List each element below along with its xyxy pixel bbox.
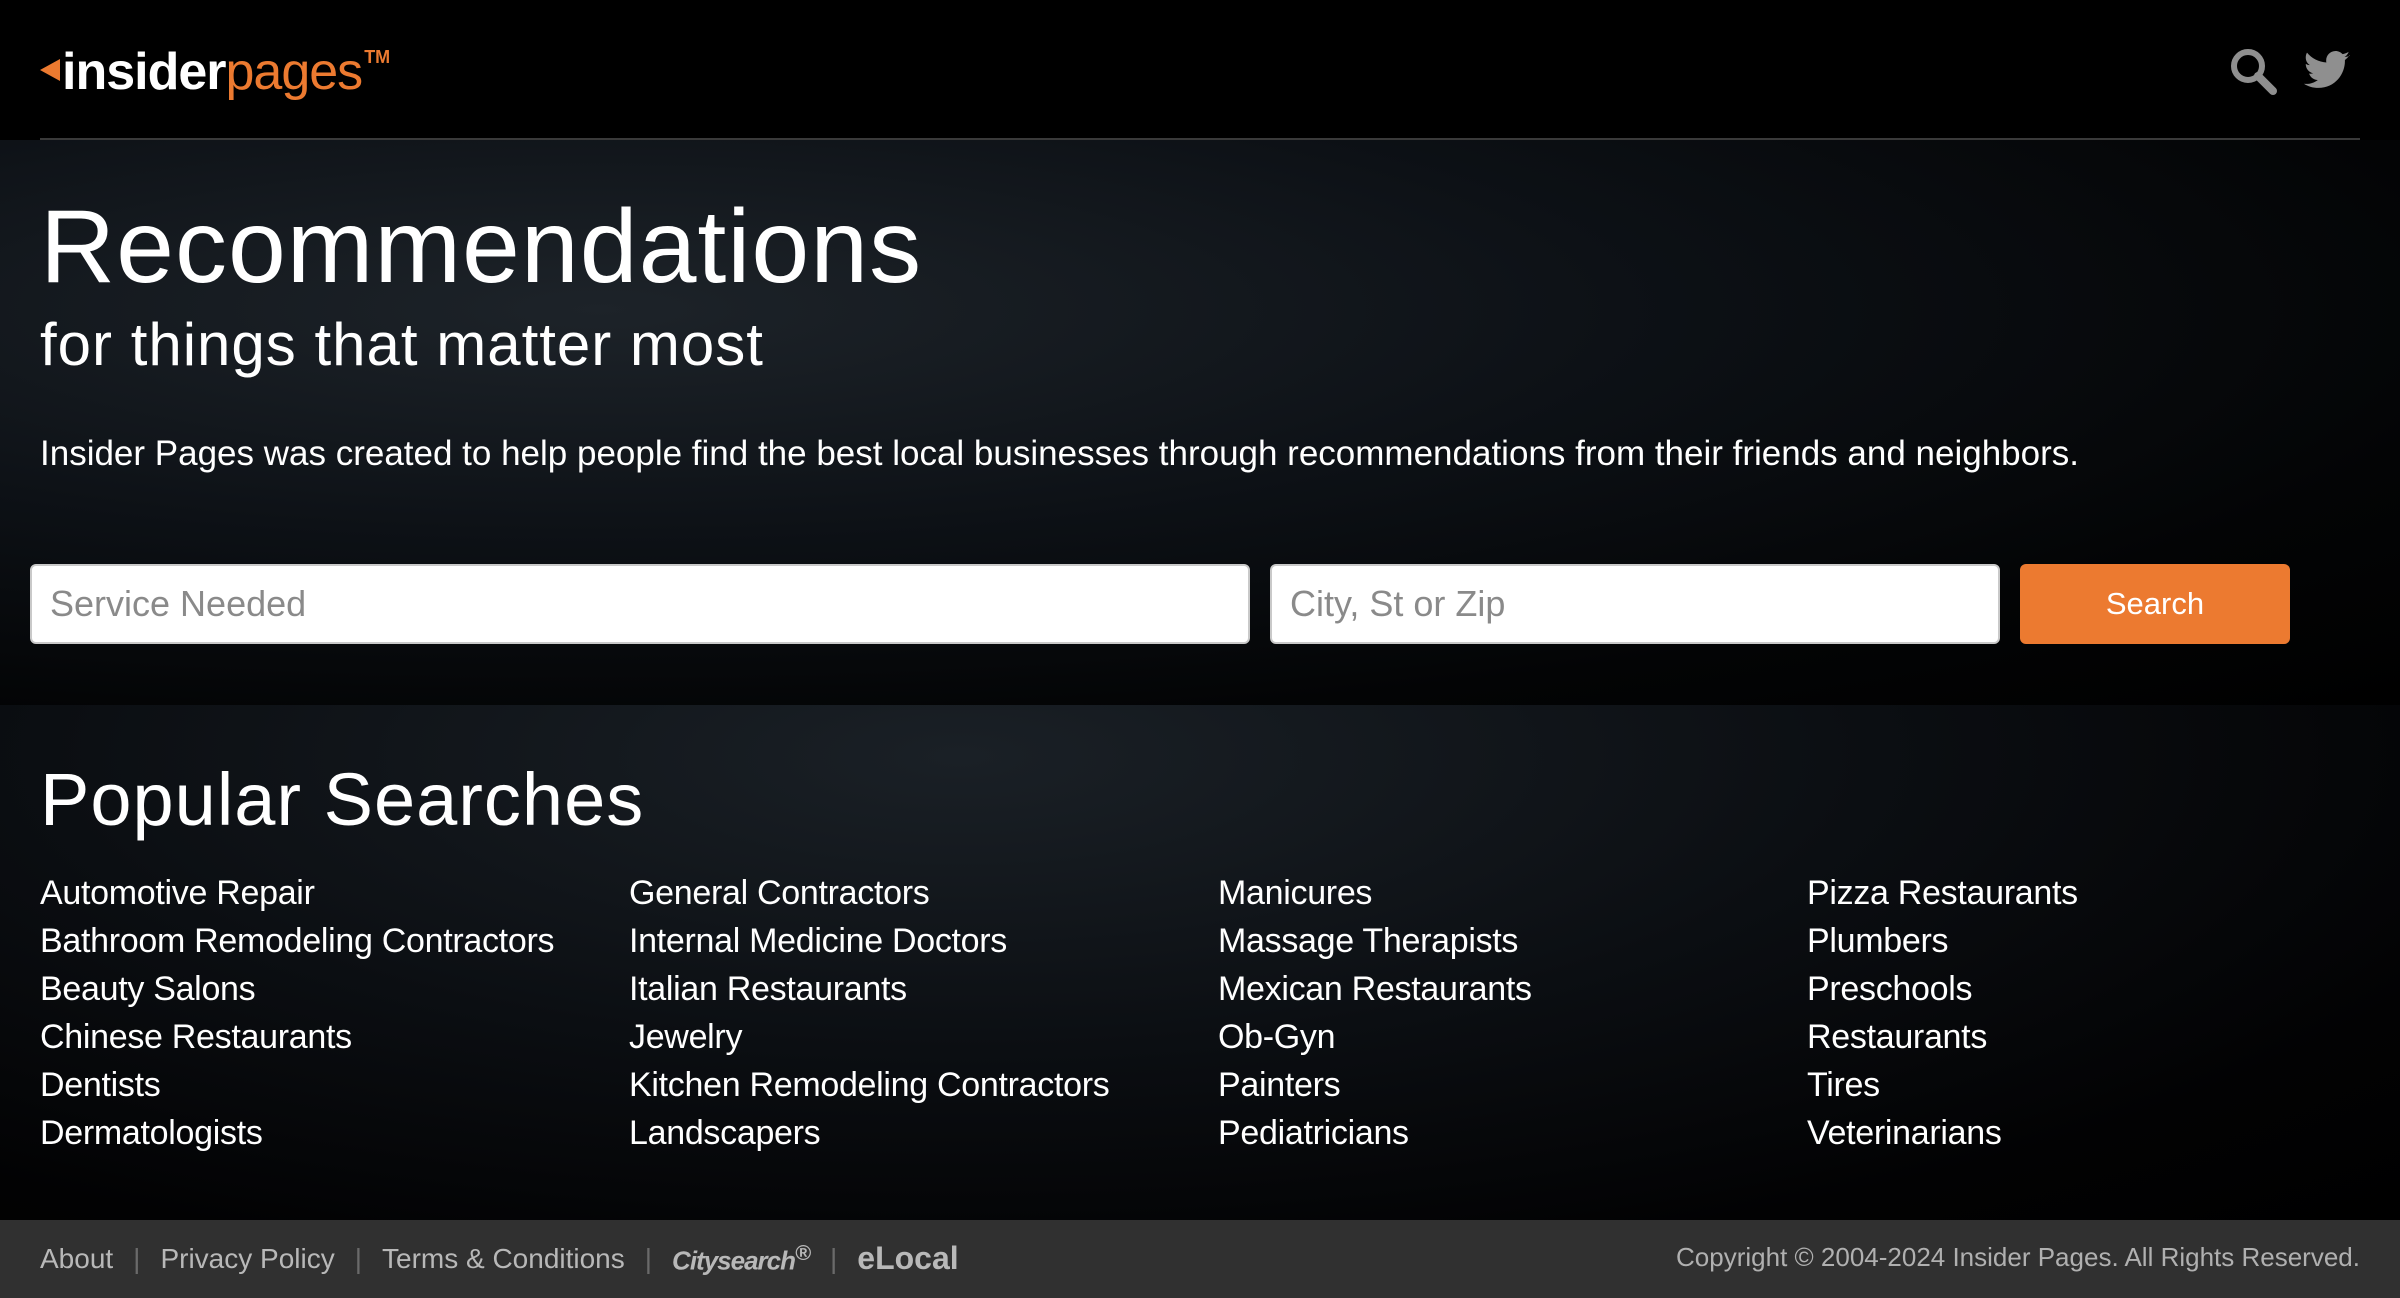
list-item: Dermatologists [40,1113,554,1161]
footer-link-terms[interactable]: Terms & Conditions [382,1243,625,1275]
list-item: Italian Restaurants [629,969,1109,1017]
popular-link[interactable]: General Contractors [629,874,930,912]
popular-link[interactable]: Italian Restaurants [629,970,907,1008]
popular-link[interactable]: Plumbers [1807,922,1949,960]
list-item: Massage Therapists [1218,921,1532,969]
list-item: Dentists [40,1065,554,1113]
popular-link[interactable]: Dentists [40,1066,161,1104]
popular-column-3: Manicures Massage Therapists Mexican Res… [1218,873,1532,1161]
footer-separator: | [829,1242,838,1274]
popular-link[interactable]: Pediatricians [1218,1114,1409,1152]
service-input[interactable] [30,564,1250,644]
popular-searches-title: Popular Searches [40,758,645,841]
hero-description: Insider Pages was created to help people… [40,434,2079,473]
popular-link[interactable]: Restaurants [1807,1018,1987,1056]
popular-column-2: General Contractors Internal Medicine Do… [629,873,1110,1161]
elocal-logo[interactable]: eLocal [857,1240,958,1277]
list-item: Tires [1807,1065,2078,1113]
popular-link[interactable]: Ob-Gyn [1218,1018,1336,1056]
list-item: Painters [1218,1065,1532,1113]
popular-link[interactable]: Preschools [1807,970,1973,1008]
footer-separator: | [644,1242,653,1274]
footer-link-about[interactable]: About [40,1243,113,1275]
location-input[interactable] [1270,564,2000,644]
list-item: Restaurants [1807,1017,2078,1065]
site-footer: About | Privacy Policy | Terms & Conditi… [0,1220,2400,1298]
footer-link-privacy[interactable]: Privacy Policy [160,1243,334,1275]
list-item: General Contractors [629,873,1109,921]
insiderpages-logo[interactable]: insider pages TM [40,42,390,102]
popular-link[interactable]: Massage Therapists [1218,922,1518,960]
footer-separator: | [133,1242,141,1274]
copyright-text: Copyright © 2004-2024 Insider Pages. All… [1676,1242,2360,1272]
list-item: Kitchen Remodeling Contractors [629,1065,1110,1113]
logo-pages-text: pages [225,43,364,101]
popular-link[interactable]: Bathroom Remodeling Contractors [40,922,554,960]
popular-column-4: Pizza Restaurants Plumbers Preschools Re… [1807,873,2078,1161]
citysearch-logo[interactable]: Citysearch® [672,1240,811,1277]
popular-searches-section: Popular Searches Automotive Repair Bathr… [0,705,2400,1220]
list-item: Mexican Restaurants [1218,969,1532,1017]
header-icons [2228,46,2352,96]
hero-title: Recommendations [40,189,923,305]
popular-link[interactable]: Automotive Repair [40,874,315,912]
search-button[interactable]: Search [2020,564,2290,644]
popular-link[interactable]: Chinese Restaurants [40,1018,352,1056]
list-item: Jewelry [629,1017,1109,1065]
popular-link[interactable]: Internal Medicine Doctors [629,922,1007,960]
popular-column-1: Automotive Repair Bathroom Remodeling Co… [40,873,554,1161]
popular-link[interactable]: Dermatologists [40,1114,263,1152]
list-item: Veterinarians [1807,1113,2078,1161]
popular-link[interactable]: Veterinarians [1807,1114,2002,1152]
list-item: Landscapers [629,1113,1109,1161]
list-item: Ob-Gyn [1218,1017,1532,1065]
list-item: Beauty Salons [40,969,554,1017]
list-item: Chinese Restaurants [40,1017,554,1065]
list-item: Pizza Restaurants [1807,873,2078,921]
popular-link[interactable]: Mexican Restaurants [1218,970,1532,1008]
footer-links: About | Privacy Policy | Terms & Conditi… [40,1240,959,1277]
hero-section: Recommendations for things that matter m… [0,140,2400,705]
logo-trademark: TM [364,47,391,67]
citysearch-registered-mark: ® [795,1240,811,1266]
twitter-icon[interactable] [2302,46,2352,96]
list-item: Preschools [1807,969,2078,1017]
site-header: insider pages TM [0,0,2400,140]
list-item: Manicures [1218,873,1532,921]
list-item: Bathroom Remodeling Contractors [40,921,554,969]
popular-link[interactable]: Painters [1218,1066,1341,1104]
popular-link[interactable]: Manicures [1218,874,1372,912]
list-item: Pediatricians [1218,1113,1532,1161]
logo-insider-text: insider [62,43,226,101]
popular-link[interactable]: Landscapers [629,1114,821,1152]
search-icon[interactable] [2228,46,2278,96]
list-item: Plumbers [1807,921,2078,969]
list-item: Internal Medicine Doctors [629,921,1109,969]
hero-subtitle: for things that matter most [40,311,764,378]
citysearch-logo-text: Citysearch [672,1245,796,1276]
footer-separator: | [354,1242,362,1274]
popular-link[interactable]: Pizza Restaurants [1807,874,2078,912]
logo-arrow-icon [40,59,60,81]
popular-link[interactable]: Kitchen Remodeling Contractors [629,1066,1110,1104]
list-item: Automotive Repair [40,873,554,921]
popular-link[interactable]: Jewelry [629,1018,742,1056]
popular-link[interactable]: Beauty Salons [40,970,256,1008]
popular-link[interactable]: Tires [1807,1066,1880,1104]
